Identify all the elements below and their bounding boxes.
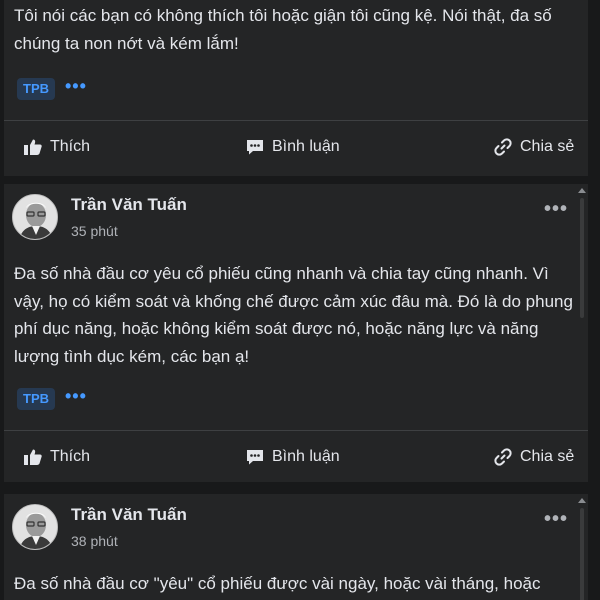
- comment-label: Bình luận: [272, 138, 340, 155]
- like-label: Thích: [50, 448, 91, 465]
- comment-button[interactable]: Bình luận: [246, 443, 340, 471]
- post-text: Đa số nhà đầu cơ "yêu" cổ phiếu được vài…: [14, 574, 541, 593]
- post-options-button[interactable]: •••: [544, 199, 568, 219]
- thumbs-up-icon: [24, 139, 42, 155]
- scroll-up-arrow[interactable]: [578, 498, 586, 503]
- post-time[interactable]: 38 phút: [71, 533, 118, 549]
- post-card: Tôi nói các bạn có không thích tôi hoặc …: [4, 0, 588, 176]
- comment-icon: [247, 140, 263, 155]
- thumbs-up-icon: [24, 449, 42, 465]
- avatar-image: [13, 195, 57, 239]
- scrollbar-thumb[interactable]: [580, 198, 584, 318]
- scroll-up-arrow[interactable]: [578, 188, 586, 193]
- author-name[interactable]: Trần Văn Tuấn: [71, 505, 187, 525]
- like-button[interactable]: Thích: [24, 443, 90, 471]
- action-bar: Thích Bình luận Chia sẻ: [4, 437, 588, 477]
- comment-button[interactable]: Bình luận: [246, 133, 340, 161]
- author-name[interactable]: Trần Văn Tuấn: [71, 195, 187, 215]
- like-label: Thích: [50, 138, 91, 155]
- post-options-button[interactable]: •••: [544, 509, 568, 529]
- like-button[interactable]: Thích: [24, 133, 90, 161]
- share-label: Chia sẻ: [520, 448, 575, 465]
- comment-label: Bình luận: [272, 448, 340, 465]
- avatar[interactable]: [12, 194, 58, 240]
- share-label: Chia sẻ: [520, 138, 575, 155]
- avatar-image: [13, 505, 57, 549]
- link-icon: [494, 448, 512, 466]
- avatar[interactable]: [12, 504, 58, 550]
- more-tags-button[interactable]: •••: [65, 387, 87, 405]
- stock-tag[interactable]: TPB: [17, 388, 55, 410]
- post-text: Tôi nói các bạn có không thích tôi hoặc …: [14, 6, 552, 53]
- comment-icon: [247, 450, 263, 465]
- more-tags-button[interactable]: •••: [65, 77, 87, 95]
- share-button[interactable]: Chia sẻ: [494, 443, 574, 471]
- post-tags: TPB •••: [17, 77, 87, 100]
- post-time[interactable]: 35 phút: [71, 223, 118, 239]
- post-text: Đa số nhà đầu cơ yêu cổ phiếu cũng nhanh…: [14, 264, 573, 366]
- link-icon: [494, 138, 512, 156]
- stock-tag[interactable]: TPB: [17, 78, 55, 100]
- post-card: Trần Văn Tuấn 38 phút ••• Đa số nhà đầu …: [4, 494, 588, 600]
- action-bar: Thích Bình luận Chia sẻ: [4, 127, 588, 167]
- share-button[interactable]: Chia sẻ: [494, 133, 574, 161]
- divider: [4, 430, 588, 431]
- scrollbar-thumb[interactable]: [580, 508, 584, 600]
- post-tags: TPB •••: [17, 387, 87, 410]
- post-card: Trần Văn Tuấn 35 phút ••• Đa số nhà đầu …: [4, 184, 588, 482]
- divider: [4, 120, 588, 121]
